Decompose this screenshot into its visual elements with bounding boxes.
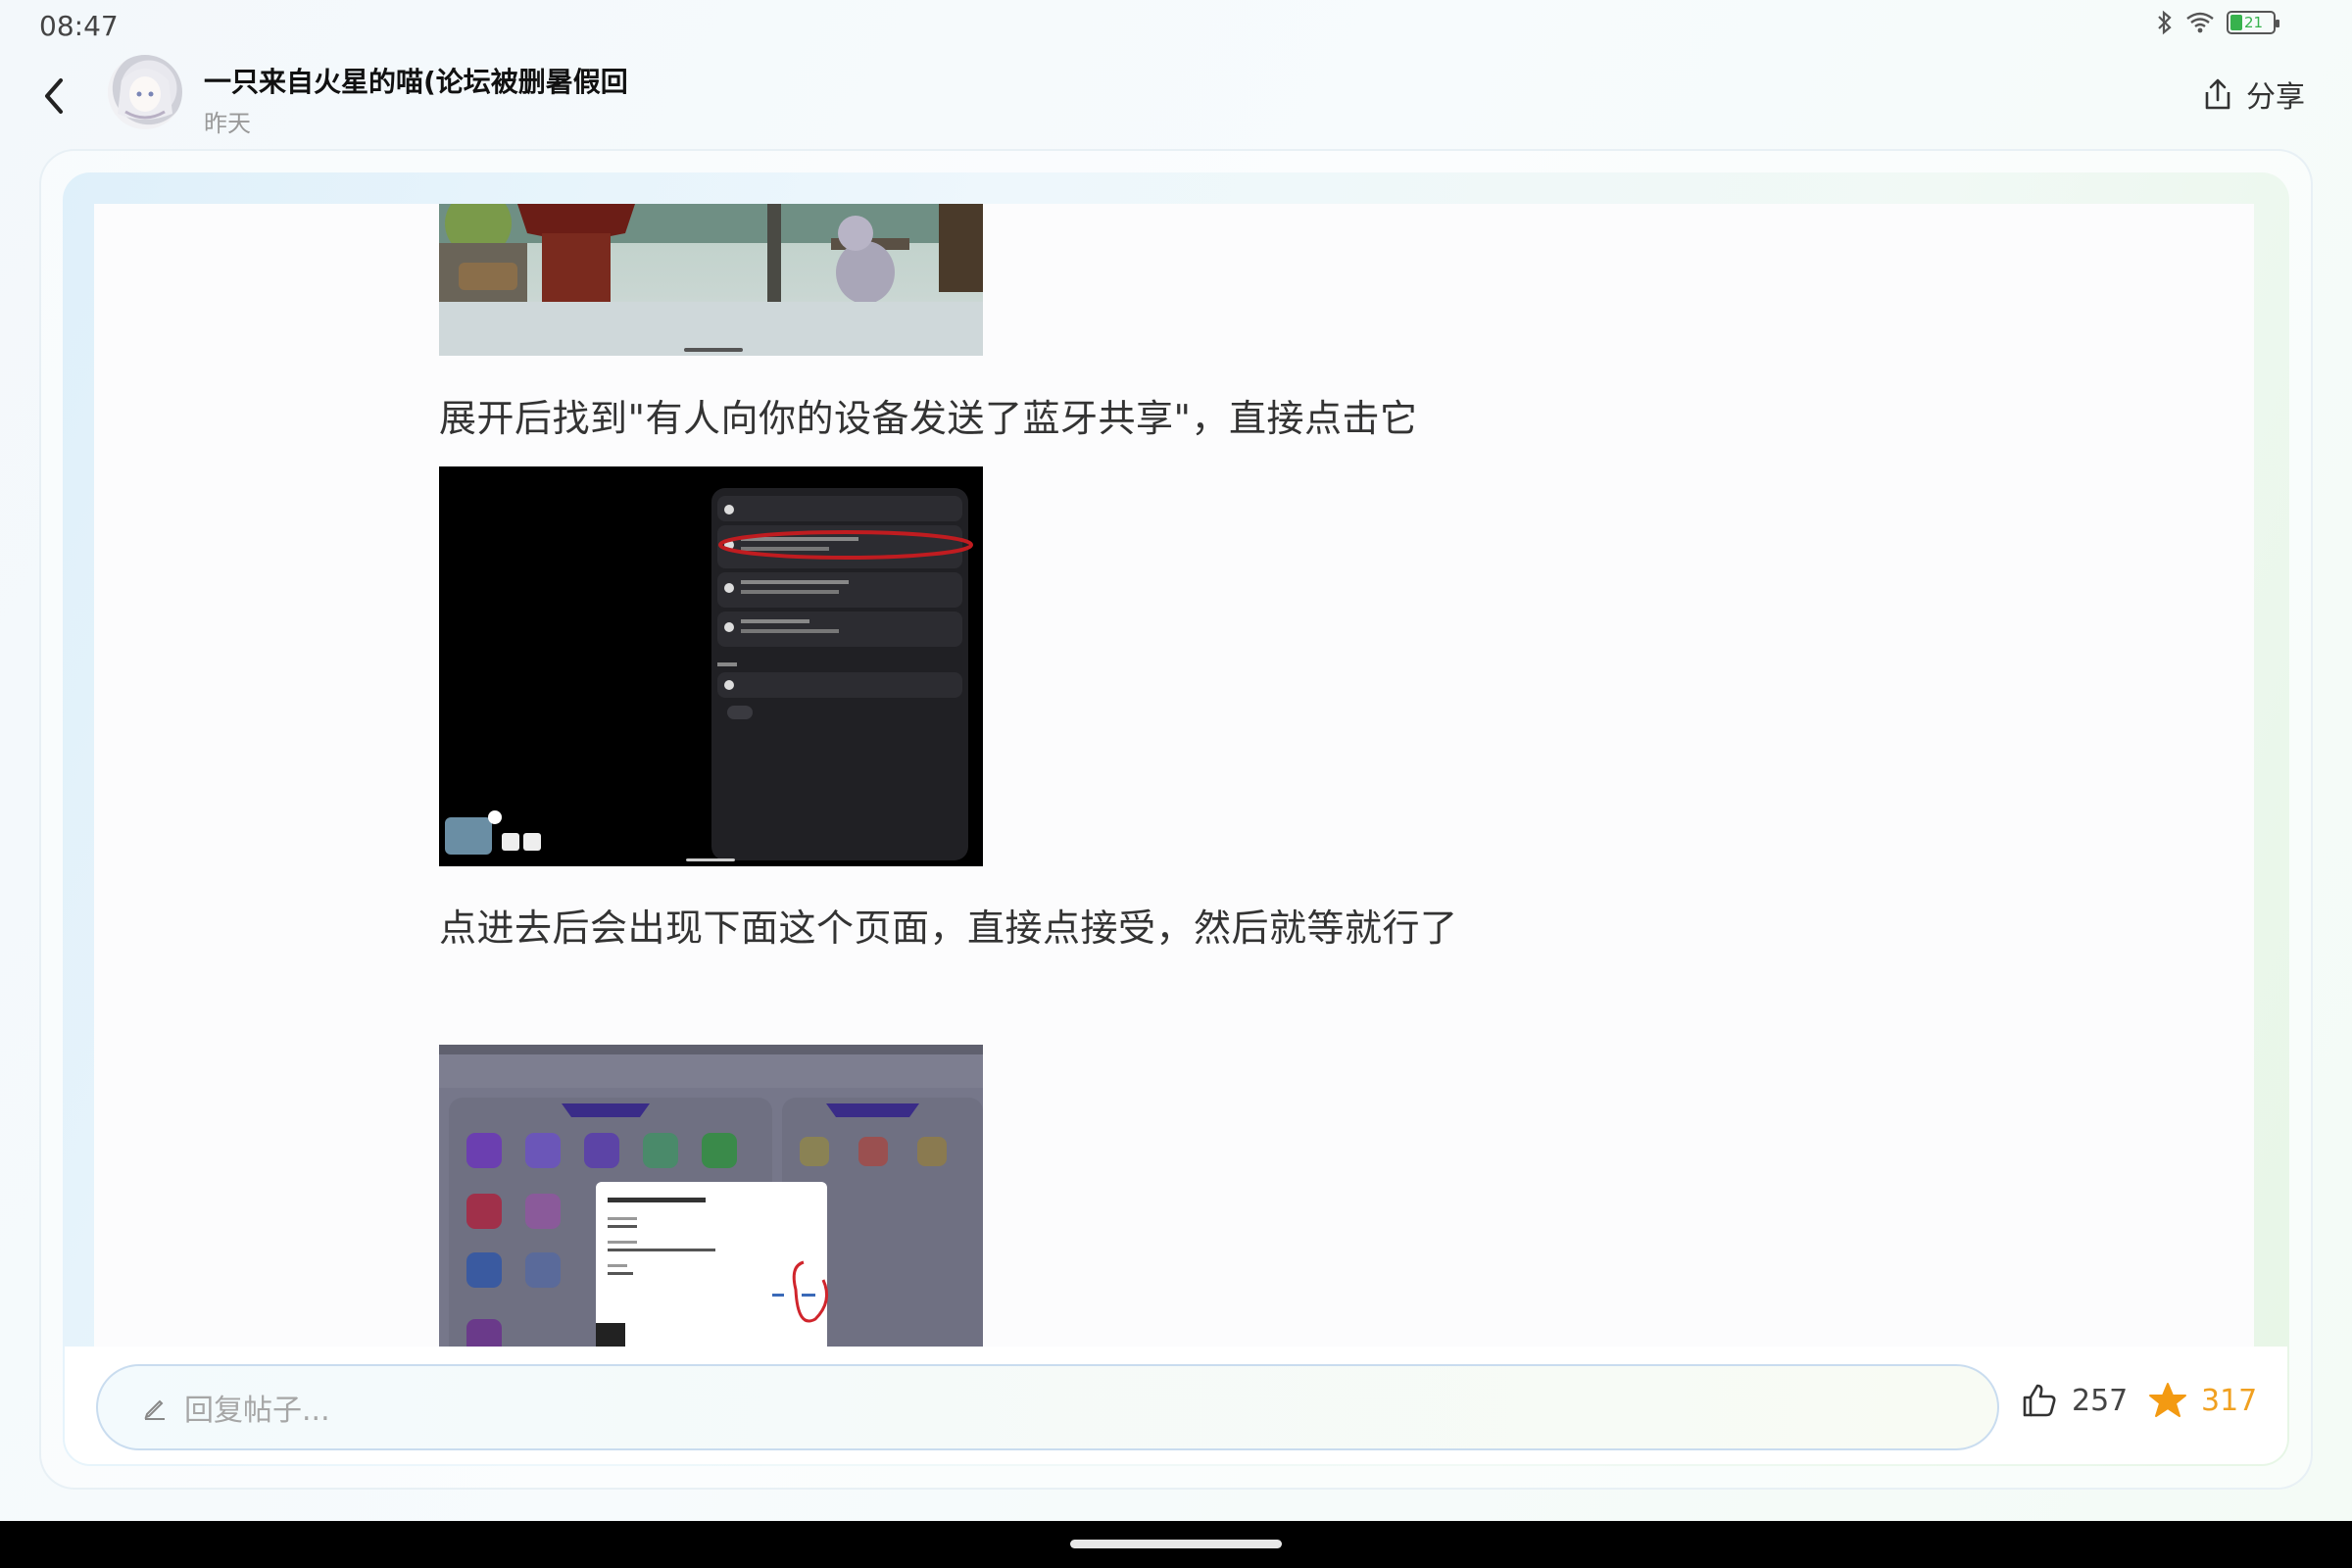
post-content[interactable]: 展开后找到"有人向你的设备发送了蓝牙共享"，直接点击它 点进去后会出现下面这个页… [94,204,2254,1348]
wifi-icon [2185,11,2215,34]
bluetooth-icon [2156,10,2174,35]
post-image[interactable] [439,204,983,356]
avatar[interactable] [108,55,182,129]
favorite-count: 317 [2201,1383,2258,1418]
share-button[interactable]: 分享 [2201,73,2305,116]
post-date: 昨天 [204,110,251,137]
battery-icon: 21 [2227,11,2279,34]
favorite-button[interactable]: 317 [2148,1382,2257,1419]
share-icon [2205,78,2230,110]
status-bar: 08:47 21 [0,0,2352,49]
reply-input[interactable]: 回复帖子... [96,1364,1999,1450]
status-time: 08:47 [39,10,119,42]
star-icon [2149,1383,2186,1417]
share-label: 分享 [2246,80,2305,115]
post-image[interactable] [439,1045,983,1348]
post-header: 一只来自火星的喵(论坛被删暑假回 昨天 分享 [0,49,2352,147]
like-count: 257 [2072,1383,2129,1418]
pencil-icon [144,1399,165,1420]
chevron-left-icon [45,78,63,114]
battery-level: 21 [2244,14,2264,31]
home-gesture-bar[interactable] [1070,1540,1282,1548]
post-paragraph: 点进去后会出现下面这个页面，直接点接受，然后就等就行了 [439,906,1458,950]
back-button[interactable] [29,69,78,123]
reply-placeholder: 回复帖子... [184,1394,330,1428]
author-name[interactable]: 一只来自火星的喵(论坛被删暑假回 [204,61,628,100]
post-paragraph: 展开后找到"有人向你的设备发送了蓝牙共享"，直接点击它 [439,397,1418,440]
system-nav-bar [0,1521,2352,1568]
like-button[interactable]: 257 [2021,1382,2128,1419]
thumbs-up-icon [2023,1384,2056,1417]
post-image[interactable] [439,466,983,866]
status-icons: 21 [2156,10,2279,35]
